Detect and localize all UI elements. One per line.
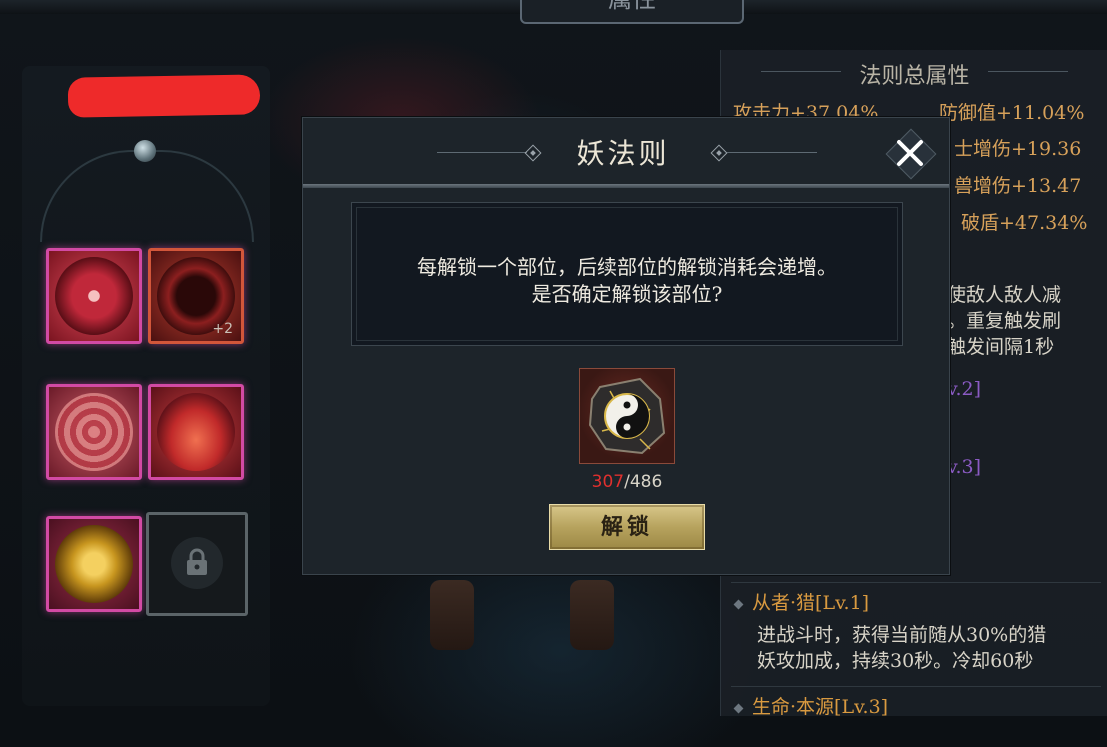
stat-soldier-damage: 士增伤+19.36 [954,138,1082,160]
dialog-title: 妖法则 [576,137,670,170]
stat-shield-break: 破盾+47.34% [961,212,1088,234]
skill-desc-line: 。重复触发刷 [947,310,1062,332]
skill-desc-line: 触发间隔1秒 [947,336,1055,358]
skill-title-follower-hunt[interactable]: 从者·猎[Lv.1] [733,588,869,615]
skill-desc-line: 妖攻加成，持续30秒。冷却60秒 [757,650,1034,672]
stat-defense: 防御值+11.04% [939,102,1085,124]
panel-title: 法则总属性 [859,64,970,89]
unlock-confirm-dialog: 妖法则 每解锁一个部位，后续部位的解锁消耗会递增。 是否确定解锁该部位? 307… [302,117,950,575]
flame-fox-rune-icon [157,393,235,471]
cost-count: 307/486 [303,472,951,492]
padlock-icon [187,548,207,575]
rune-slot-compass[interactable] [46,248,142,344]
slot-level-badge: +2 [212,321,233,337]
close-x-icon [897,140,923,166]
rune-slot-mask[interactable] [46,516,142,612]
stat-beast-damage: 兽增伤+13.47 [954,175,1082,197]
message-box: 每解锁一个部位，后续部位的解锁消耗会递增。 是否确定解锁该部位? [351,202,903,346]
section-divider [731,582,1101,583]
bullet-diamond-icon [733,703,744,713]
close-button[interactable] [885,128,937,180]
required-amount: /486 [624,472,663,492]
skill-desc-line: 使敌人敌人减 [947,284,1062,306]
dialog-header: 妖法则 [303,118,949,184]
redacted-player-name [67,74,261,118]
bullet-diamond-icon [733,599,744,609]
header-separator [303,184,949,188]
orb-ornament-icon [134,140,156,162]
compass-rune-icon [55,257,133,335]
rune-slot-dragon[interactable]: +2 [148,248,244,344]
unlock-button[interactable]: 解锁 [549,504,705,550]
skill-title-life-origin[interactable]: 生命·本源[Lv.3] [733,692,888,719]
character-leg-left [430,580,474,650]
owned-amount: 307 [591,472,625,492]
message-line-2: 是否确定解锁该部位? [531,282,723,306]
section-divider [731,686,1101,687]
rune-slot-swirl[interactable] [46,384,142,480]
skill-desc-line: 进战斗时，获得当前随从30%的猎 [757,624,1047,646]
message-line-1: 每解锁一个部位，后续部位的解锁消耗会递增。 [417,255,837,279]
title-divider-right [988,71,1068,72]
tab-attributes[interactable]: 属性 [520,0,744,24]
rune-slot-locked[interactable] [146,512,248,616]
character-model [420,580,640,680]
skill-level-partial: v.3] [947,456,982,478]
golden-mask-rune-icon [55,525,133,603]
character-leg-right [570,580,614,650]
header-line-right [727,152,817,153]
yin-yang-stone-icon [588,377,666,455]
cost-item-slot[interactable] [579,368,675,464]
swirl-rune-icon [55,393,133,471]
rune-slot-flame[interactable] [148,384,244,480]
skill-level-partial: v.2] [947,378,982,400]
